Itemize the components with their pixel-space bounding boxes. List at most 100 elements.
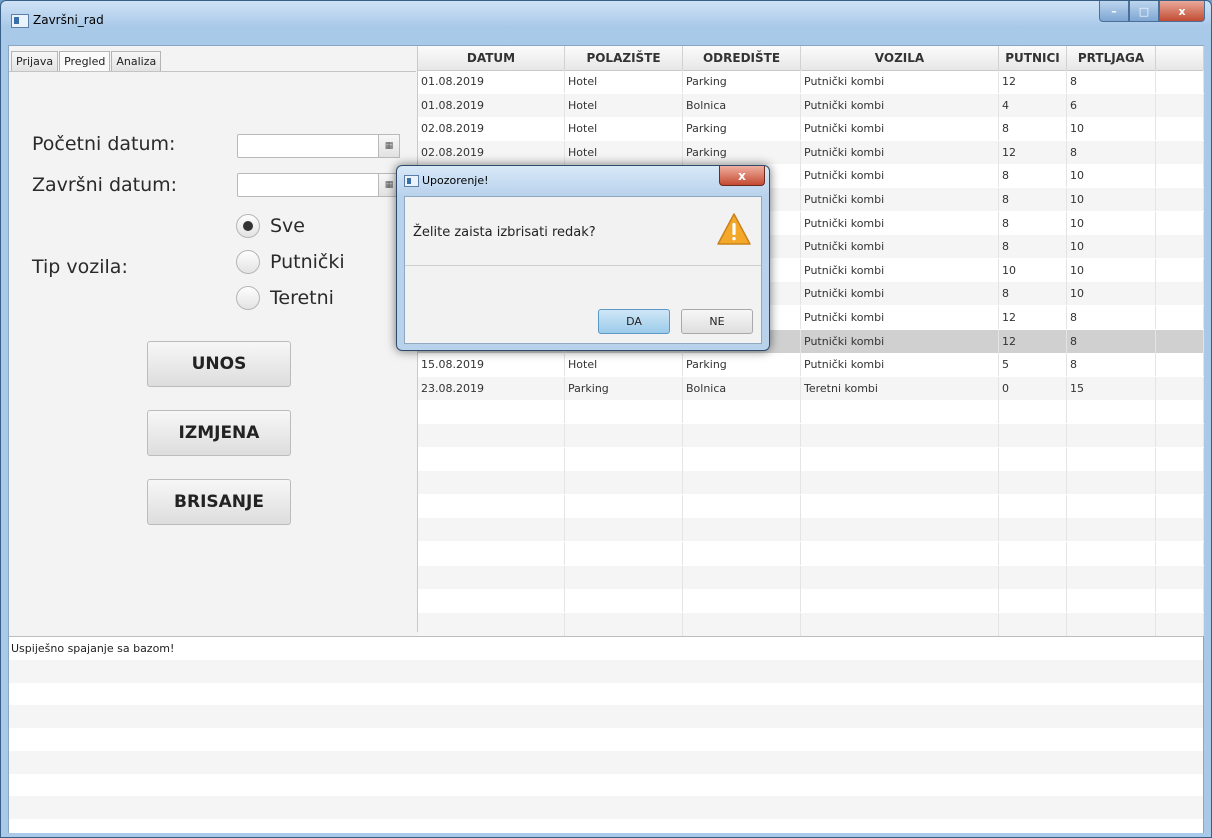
column-header[interactable]: ODREDIŠTE (683, 46, 801, 70)
table-cell: Putnički kombi (801, 282, 999, 306)
table-cell (999, 424, 1067, 447)
table-cell (1156, 93, 1204, 117)
table-cell (1067, 424, 1156, 447)
table-cell: Putnički kombi (801, 329, 999, 353)
table-row[interactable]: 02.08.2019 Hotel Parking Putnički kombi 8 10 (418, 117, 1204, 141)
table-cell (1156, 376, 1204, 400)
table-cell: 8 (999, 117, 1067, 141)
calendar-icon[interactable]: ▦ (378, 134, 400, 158)
column-header[interactable]: PRTLJAGA (1067, 46, 1156, 70)
table-cell (418, 542, 565, 565)
table-cell (801, 494, 999, 518)
dialog-close-button[interactable]: x (719, 166, 765, 186)
close-button[interactable]: x (1159, 1, 1205, 22)
no-button[interactable]: NE (681, 309, 753, 334)
tab-prijava[interactable]: Prijava (11, 51, 59, 71)
start-date-picker[interactable]: ▦ (237, 134, 400, 158)
tab-divider (9, 71, 416, 72)
column-header[interactable]: DATUM (418, 46, 565, 70)
table-row[interactable] (418, 400, 1204, 424)
table-cell (1156, 447, 1204, 471)
minimize-button[interactable]: – (1099, 1, 1129, 22)
table-cell: Putnički kombi (801, 211, 999, 235)
table-cell: 10 (1067, 164, 1156, 188)
table-cell (999, 494, 1067, 518)
tab-analiza[interactable]: Analiza (111, 51, 162, 71)
table-row[interactable]: 23.08.2019 Parking Bolnica Teretni kombi 0 15 (418, 376, 1204, 400)
start-date-label: Početni datum: (32, 133, 176, 155)
table-row[interactable]: 15.08.2019 Hotel Parking Putnički kombi 5 8 (418, 353, 1204, 377)
table-row[interactable] (418, 447, 1204, 471)
table-cell (1156, 282, 1204, 306)
confirm-dialog: Upozorenje! x Želite zaista izbrisati re… (396, 165, 770, 351)
warning-icon (717, 213, 751, 245)
table-cell (1156, 117, 1204, 141)
table-cell (999, 518, 1067, 542)
table-cell (1067, 471, 1156, 495)
yes-button[interactable]: DA (598, 309, 670, 334)
table-cell (418, 400, 565, 424)
table-cell: 10 (1067, 117, 1156, 141)
radio-putnicki[interactable]: Putnički (236, 250, 345, 274)
table-cell: Parking (683, 140, 801, 164)
tab-pregled[interactable]: Pregled (59, 51, 111, 71)
end-date-picker[interactable]: ▦ (237, 173, 400, 197)
table-cell (683, 494, 801, 518)
table-row[interactable] (418, 471, 1204, 495)
left-pane: Prijava Pregled Analiza Početni datum: ▦… (9, 46, 416, 632)
table-cell (801, 447, 999, 471)
table-row[interactable] (418, 612, 1204, 636)
table-cell (999, 471, 1067, 495)
table-cell (1156, 306, 1204, 329)
table-row[interactable]: 02.08.2019 Hotel Parking Putnički kombi 12 8 (418, 140, 1204, 164)
table-cell: 10 (999, 258, 1067, 282)
table-cell (999, 400, 1067, 424)
title-bar[interactable]: Završni_rad – □ x (1, 1, 1211, 39)
edit-button[interactable]: IZMJENA (147, 410, 291, 456)
radio-sve[interactable]: Sve (236, 214, 305, 238)
table-row[interactable]: 01.08.2019 Hotel Parking Putnički kombi 12 8 (418, 70, 1204, 93)
column-header[interactable]: PUTNICI (999, 46, 1067, 70)
table-cell: Hotel (565, 93, 683, 117)
table-row[interactable] (418, 565, 1204, 589)
table-row[interactable]: 01.08.2019 Hotel Bolnica Putnički kombi 4 6 (418, 93, 1204, 117)
table-cell: Putnički kombi (801, 117, 999, 141)
add-button[interactable]: UNOS (147, 341, 291, 387)
column-header[interactable]: VOZILA (801, 46, 999, 70)
column-header[interactable]: POLAZIŠTE (565, 46, 683, 70)
table-cell (1156, 518, 1204, 542)
table-cell (1156, 164, 1204, 188)
table-cell (1156, 612, 1204, 636)
table-row[interactable] (418, 494, 1204, 518)
maximize-button[interactable]: □ (1129, 1, 1159, 22)
table-cell (999, 447, 1067, 471)
status-log: Uspiješno spajanje sa bazom! (9, 636, 1203, 833)
dialog-message: Želite zaista izbrisati redak? (413, 225, 596, 240)
radio-teretni[interactable]: Teretni (236, 286, 334, 310)
table-row[interactable] (418, 542, 1204, 565)
table-cell (1156, 70, 1204, 93)
table-row[interactable] (418, 589, 1204, 613)
table-cell (1156, 471, 1204, 495)
delete-button[interactable]: BRISANJE (147, 479, 291, 525)
table-cell (1156, 211, 1204, 235)
table-cell (418, 612, 565, 636)
table-row[interactable] (418, 518, 1204, 542)
table-row[interactable] (418, 424, 1204, 447)
table-cell: Parking (683, 70, 801, 93)
table-cell: Hotel (565, 70, 683, 93)
radio-label: Putnički (270, 251, 345, 273)
table-cell (1067, 589, 1156, 613)
table-cell (565, 612, 683, 636)
dialog-body: Želite zaista izbrisati redak? DA NE (404, 196, 762, 344)
log-line (9, 795, 1203, 819)
table-cell (801, 400, 999, 424)
table-cell (801, 518, 999, 542)
table-cell (683, 518, 801, 542)
app-icon (11, 14, 29, 28)
table-cell: 8 (1067, 140, 1156, 164)
table-cell: Parking (683, 353, 801, 377)
main-window: Završni_rad – □ x Prijava Pregled Analiz… (0, 0, 1212, 838)
table-cell (1067, 612, 1156, 636)
